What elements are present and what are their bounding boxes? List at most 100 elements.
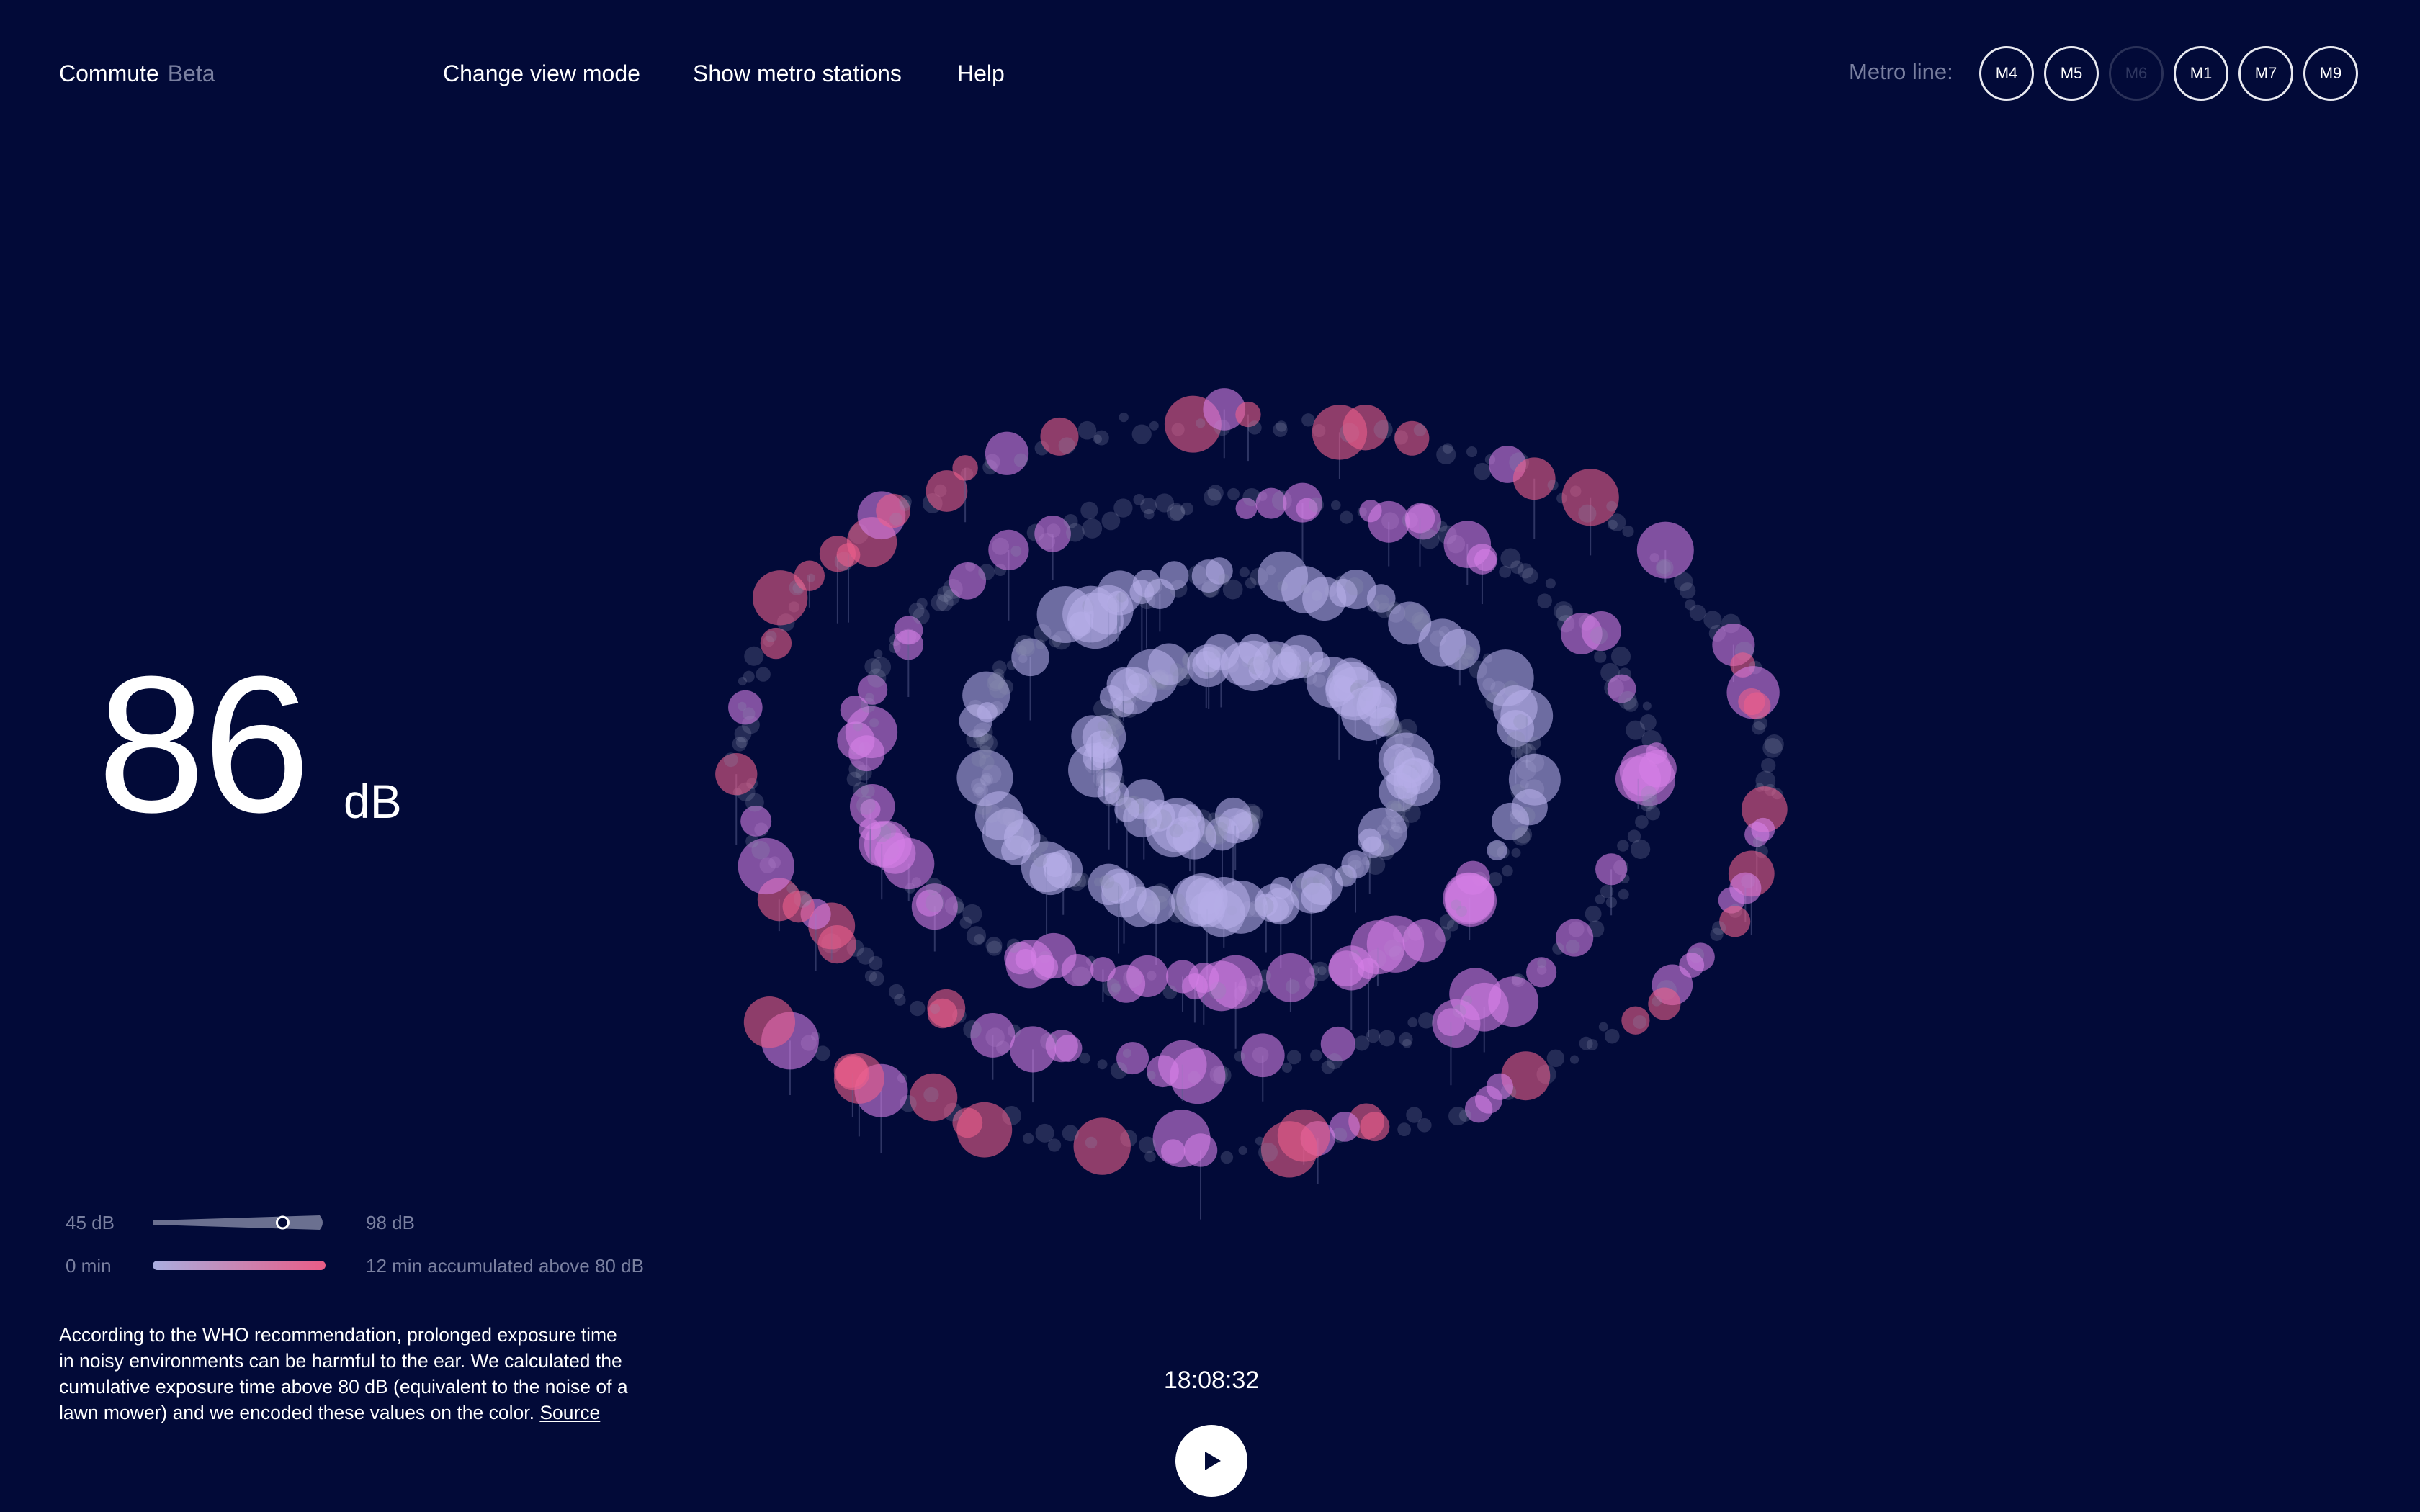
noise-sample	[1144, 508, 1155, 520]
noise-sample	[723, 752, 738, 768]
noise-sample	[1594, 650, 1607, 663]
metro-line-m6-button[interactable]: M6	[2109, 46, 2164, 101]
noise-sample	[1761, 757, 1776, 773]
noise-sample	[1255, 1136, 1264, 1146]
metro-line-m4-button[interactable]: M4	[1979, 46, 2034, 101]
noise-sample	[1258, 1142, 1278, 1162]
noise-sample	[1220, 1151, 1234, 1164]
noise-sample	[1169, 662, 1183, 677]
noise-sample	[1286, 1050, 1301, 1065]
metro-line-m5-button[interactable]: M5	[2044, 46, 2099, 101]
noise-sample	[1407, 1017, 1418, 1027]
noise-sample	[1265, 953, 1315, 1002]
noise-sample	[734, 725, 752, 743]
noise-sample	[1093, 877, 1103, 887]
noise-sample	[1160, 561, 1189, 590]
slider-handle[interactable]	[275, 1215, 290, 1230]
noise-sample	[1590, 626, 1608, 644]
metro-line-m7-button[interactable]: M7	[2238, 46, 2293, 101]
change-view-mode-link[interactable]: Change view mode	[443, 60, 640, 87]
noise-sample	[1402, 1038, 1412, 1048]
noise-sample	[1514, 826, 1533, 844]
noise-sample	[1578, 504, 1597, 523]
noise-sample	[760, 627, 792, 660]
noise-sample	[985, 431, 1029, 475]
noise-sample	[988, 672, 1005, 690]
app-name: Commute	[59, 60, 159, 86]
noise-sample	[1537, 958, 1547, 968]
noise-sample	[1079, 1053, 1090, 1064]
noise-sample	[1116, 591, 1128, 603]
noise-sample	[1420, 529, 1440, 549]
noise-sample	[1546, 1049, 1565, 1068]
play-icon	[1205, 1452, 1221, 1470]
noise-sample	[1466, 446, 1478, 458]
source-link[interactable]: Source	[539, 1402, 600, 1423]
noise-sample	[1373, 420, 1393, 439]
show-metro-stations-link[interactable]: Show metro stations	[693, 60, 902, 87]
noise-sample	[1180, 502, 1193, 516]
max-db-label: 98 dB	[366, 1212, 415, 1233]
noise-sample	[1711, 921, 1726, 935]
noise-sample	[1474, 549, 1497, 572]
noise-sample	[1738, 688, 1765, 716]
help-link[interactable]: Help	[957, 60, 1005, 87]
noise-sample	[1062, 1125, 1079, 1142]
play-button[interactable]	[1175, 1425, 1247, 1497]
noise-sample	[1276, 420, 1287, 432]
noise-sample	[1652, 996, 1662, 1007]
metro-line-m9-button[interactable]: M9	[2303, 46, 2358, 101]
noise-sample	[1604, 1028, 1620, 1044]
noise-sample	[1635, 815, 1649, 829]
noise-sample	[1330, 500, 1341, 510]
noise-sample	[1610, 647, 1631, 667]
noise-sample	[1585, 905, 1602, 922]
noise-sample	[923, 1086, 939, 1103]
noise-sample	[1035, 1123, 1054, 1143]
decibel-reading: 86	[97, 636, 310, 853]
noise-sample	[1058, 437, 1075, 454]
noise-sample	[925, 893, 945, 913]
noise-sample	[1569, 1055, 1579, 1064]
noise-sample	[1502, 865, 1513, 877]
noise-sample	[765, 631, 777, 642]
noise-sample	[1618, 888, 1629, 900]
noise-sample	[1511, 847, 1521, 858]
noise-sample	[1379, 1030, 1396, 1047]
beta-badge: Beta	[167, 60, 215, 86]
noise-sample	[1296, 877, 1308, 889]
noise-sample	[1753, 716, 1768, 731]
noise-sample	[1227, 487, 1240, 500]
noise-sample	[1281, 1062, 1293, 1073]
noise-sample	[985, 937, 1003, 954]
noise-sample	[1097, 1059, 1108, 1070]
noise-sample	[1617, 840, 1629, 852]
exposure-color-scale	[153, 1261, 326, 1270]
noise-sample	[1627, 829, 1641, 843]
noise-sample	[1239, 567, 1250, 577]
noise-sample	[1565, 940, 1580, 954]
noise-sample	[963, 1020, 982, 1039]
noise-sample	[1598, 1022, 1608, 1032]
noise-sample	[1006, 938, 1021, 953]
decibel-unit: dB	[344, 775, 402, 828]
noise-sample	[966, 926, 987, 946]
noise-sample	[1474, 462, 1491, 480]
noise-sample	[1595, 853, 1628, 886]
metro-line-m1-button[interactable]: M1	[2174, 46, 2228, 101]
noise-sample	[1238, 1146, 1247, 1155]
noise-sample	[959, 917, 972, 929]
noise-sample	[738, 701, 747, 711]
noise-sample	[1119, 412, 1129, 423]
noise-sample	[1552, 942, 1564, 955]
app-brand[interactable]: Commute Beta	[59, 60, 215, 87]
noise-sample	[744, 646, 764, 666]
decibel-level-slider[interactable]	[153, 1214, 326, 1231]
noise-sample	[1406, 1107, 1422, 1123]
noise-sample	[1674, 572, 1693, 591]
noise-sample	[1373, 594, 1390, 611]
noise-sample	[1545, 578, 1556, 589]
noise-sample	[988, 529, 1029, 571]
min-db-label: 45 dB	[66, 1212, 115, 1233]
noise-sample	[1160, 1139, 1186, 1164]
